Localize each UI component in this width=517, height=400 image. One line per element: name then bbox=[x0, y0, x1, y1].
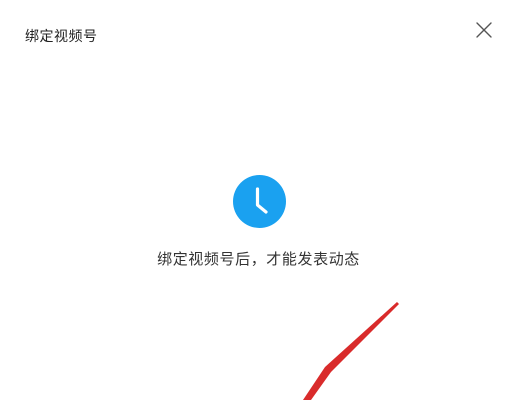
close-icon bbox=[476, 22, 492, 38]
dialog-title: 绑定视频号 bbox=[25, 29, 98, 45]
clock-icon bbox=[233, 175, 286, 228]
close-button[interactable] bbox=[474, 20, 494, 40]
bind-required-message: 绑定视频号后，才能发表动态 bbox=[157, 250, 360, 268]
bind-channel-dialog: 绑定视频号 绑定视频号后，才能发表动态 bbox=[0, 0, 517, 400]
